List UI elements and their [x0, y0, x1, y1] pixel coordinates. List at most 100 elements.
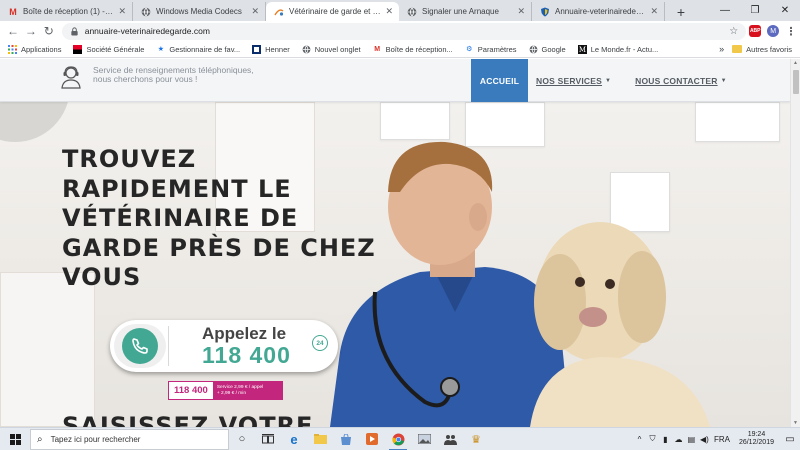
tab-title: Boîte de réception (1) - doucet: [23, 7, 114, 16]
profile-avatar[interactable]: M: [764, 22, 782, 40]
bookmarks-bar: Applications Société Générale ★ Gestionn…: [0, 41, 800, 58]
adblock-label: ABP: [749, 25, 762, 37]
tab-title: Signaler une Arnaque: [422, 7, 499, 16]
background-cabinet: [0, 272, 95, 427]
call-center-agent-icon: [61, 66, 81, 89]
svg-text:M: M: [579, 46, 586, 54]
call-number: 118 400: [202, 342, 291, 368]
shield-tray-icon[interactable]: ⛉: [646, 434, 659, 444]
address-bar[interactable]: annuaire-veterinairedegarde.com ☆: [61, 22, 747, 40]
bookmark-item[interactable]: M Le Monde.fr - Actu...: [577, 44, 658, 54]
bookmark-item[interactable]: Nouvel onglet: [302, 45, 361, 54]
close-icon[interactable]: ✕: [650, 6, 658, 17]
chrome-icon[interactable]: [385, 428, 411, 450]
main-nav: ACCUEIL NOS SERVICES ▼ NOUS CONTACTER ▼: [471, 59, 735, 102]
nav-services[interactable]: NOS SERVICES ▼: [528, 59, 619, 102]
minimize-icon[interactable]: —: [710, 0, 740, 21]
bookmark-label: Boîte de réception...: [385, 44, 453, 54]
cloud-icon[interactable]: ☁: [672, 435, 685, 444]
menu-kebab-icon[interactable]: ⋮: [782, 22, 800, 40]
network-icon[interactable]: ▤: [685, 435, 698, 444]
nav-contact[interactable]: NOUS CONTACTER ▼: [627, 59, 735, 102]
file-explorer-icon[interactable]: [307, 428, 333, 450]
browser-tab[interactable]: M Boîte de réception (1) - doucet ✕: [0, 2, 133, 21]
window-controls: — ❐ ✕: [710, 0, 800, 21]
nav-contact-label: NOUS CONTACTER: [635, 75, 718, 86]
close-icon[interactable]: ✕: [251, 6, 259, 17]
chevron-up-icon[interactable]: ^: [633, 435, 646, 444]
tab-title: Windows Media Codecs: [156, 7, 242, 16]
bookmark-label: Nouvel onglet: [314, 44, 361, 54]
call-icon-bg: [114, 324, 166, 368]
bookmark-item[interactable]: ★ Gestionnaire de fav...: [156, 45, 240, 54]
nav-home[interactable]: ACCUEIL: [471, 59, 528, 102]
search-icon: ⌕: [37, 433, 43, 445]
app-crown-icon[interactable]: ♛: [463, 428, 489, 450]
bookmark-star-icon[interactable]: ☆: [729, 26, 738, 37]
cortana-icon[interactable]: ○: [229, 428, 255, 450]
battery-icon[interactable]: ▮: [659, 435, 672, 444]
browser-tab-active[interactable]: Vétérinaire de garde et Clinique ✕: [266, 2, 399, 21]
other-bookmarks-label: Autres favoris: [746, 44, 792, 54]
store-icon[interactable]: [333, 428, 359, 450]
nav-home-label: ACCUEIL: [479, 75, 520, 86]
bookmark-item[interactable]: Applications: [8, 44, 62, 54]
gear-icon: ⚙: [466, 46, 473, 53]
scroll-up-icon[interactable]: ▲: [793, 60, 798, 66]
bookmark-label: Gestionnaire de fav...: [169, 44, 241, 54]
globe-icon: [529, 45, 538, 54]
bookmark-item[interactable]: Société Générale: [73, 44, 145, 54]
media-player-icon[interactable]: [359, 428, 385, 450]
tab-title: Annuaire-veterinairedegarde.c: [555, 7, 647, 16]
bookmark-label: Société Générale: [86, 44, 145, 54]
new-tab-button[interactable]: +: [671, 2, 691, 21]
24h-badge-icon: 24: [312, 335, 328, 351]
edge-browser-icon[interactable]: e: [281, 428, 307, 450]
close-icon[interactable]: ✕: [517, 6, 525, 17]
forward-arrow-icon[interactable]: →: [22, 22, 40, 40]
back-arrow-icon[interactable]: ←: [4, 22, 22, 40]
bookmark-label: Applications: [21, 44, 62, 54]
search-placeholder: Tapez ici pour rechercher: [50, 434, 141, 444]
globe-icon: [407, 7, 417, 17]
bookmark-item[interactable]: Henner: [252, 44, 290, 54]
call-badge[interactable]: Appelez le 118 400 24: [110, 320, 338, 372]
language-indicator[interactable]: FRA: [711, 435, 733, 444]
taskbar-search-input[interactable]: ⌕ Tapez ici pour rechercher: [30, 428, 229, 450]
people-icon[interactable]: [437, 428, 463, 450]
browser-tab[interactable]: Annuaire-veterinairedegarde.c ✕: [532, 2, 665, 21]
browser-toolbar: ← → ↻ annuaire-veterinairedegarde.com ☆ …: [0, 21, 800, 41]
photos-icon[interactable]: [411, 428, 437, 450]
adblock-extension-icon[interactable]: ABP: [746, 22, 764, 40]
close-icon[interactable]: ✕: [118, 6, 126, 17]
close-icon[interactable]: ✕: [385, 6, 393, 17]
bookmark-item[interactable]: M Boîte de réception...: [373, 45, 453, 54]
chevron-right-double-icon[interactable]: »: [719, 44, 724, 54]
shield-icon: [540, 7, 550, 17]
page-scrollbar[interactable]: ▲ ▼: [790, 59, 800, 427]
scrollbar-thumb[interactable]: [793, 70, 799, 94]
clock-time: 19:24: [747, 430, 766, 438]
henner-icon: [252, 44, 262, 54]
scroll-down-icon[interactable]: ▼: [793, 420, 798, 426]
reload-icon[interactable]: ↻: [40, 22, 58, 40]
bookmark-item[interactable]: ⚙ Paramètres: [465, 45, 516, 54]
other-bookmarks[interactable]: » Autres favoris: [719, 44, 800, 54]
notification-icon[interactable]: ▭: [780, 434, 800, 445]
clock[interactable]: 19:24 26/12/2019: [739, 431, 774, 448]
globe-icon: [141, 7, 151, 17]
tagline-line2: nous cherchons pour vous !: [93, 74, 198, 84]
close-window-icon[interactable]: ✕: [770, 0, 800, 21]
bookmark-label: Google: [541, 44, 566, 54]
restore-icon[interactable]: ❐: [740, 0, 770, 21]
volume-icon[interactable]: ◀): [698, 435, 711, 444]
browser-tab[interactable]: Signaler une Arnaque ✕: [399, 2, 532, 21]
star-icon: ★: [157, 46, 165, 53]
bookmark-item[interactable]: Google: [529, 45, 566, 54]
tariff-info: Service 2,99 € / appel + 2,99 € / min: [212, 382, 282, 399]
call-label: Appelez le: [202, 324, 287, 343]
profile-initial: M: [767, 25, 780, 37]
task-view-icon[interactable]: [255, 428, 281, 450]
browser-tab[interactable]: Windows Media Codecs ✕: [133, 2, 266, 21]
windows-start-icon[interactable]: [0, 428, 30, 450]
